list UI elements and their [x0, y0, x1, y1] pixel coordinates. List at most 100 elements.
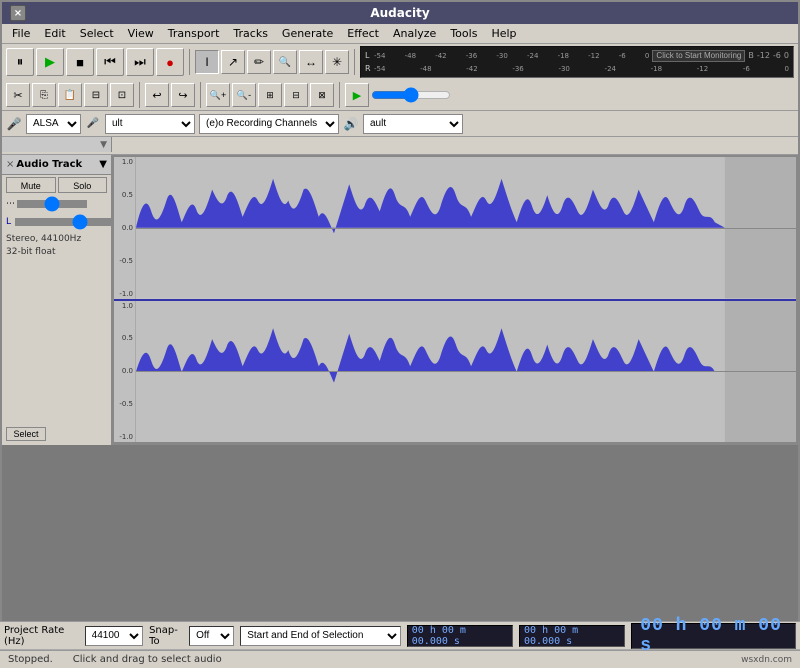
silence-button[interactable]: ⊡: [110, 83, 134, 107]
scale-neg-1-0: -1.0: [114, 290, 135, 298]
select-tool-button[interactable]: I: [195, 50, 219, 74]
menu-tools[interactable]: Tools: [444, 26, 483, 41]
trim-button[interactable]: ⊟: [84, 83, 108, 107]
scale-0-5: 0.5: [114, 191, 135, 199]
mute-button[interactable]: Mute: [6, 177, 56, 193]
envelope-tool-button[interactable]: ↗: [221, 50, 245, 74]
bottom-area: Project Rate (Hz) 44100 Snap-To Off Star…: [0, 621, 800, 668]
track-close-button[interactable]: ×: [6, 159, 14, 170]
toolbar-area: ⏸ ▶ ■ ⏮ ⏭ ● I ↗ ✏ 🔍 ↔ ✳ L -54-48-42-36-3…: [2, 44, 798, 111]
toolbar-separator-4: [200, 82, 201, 108]
multi-tool-button[interactable]: ✳: [325, 50, 349, 74]
snap-to-select[interactable]: Off: [189, 626, 234, 646]
menu-edit[interactable]: Edit: [38, 26, 71, 41]
menu-select[interactable]: Select: [74, 26, 120, 41]
window-title: Audacity: [370, 6, 429, 20]
toolbar-separator-1: [189, 49, 190, 75]
speaker-icon: 🔊: [343, 116, 359, 132]
recording-device-select[interactable]: ult: [105, 114, 195, 134]
gain-slider[interactable]: [17, 200, 87, 208]
playback-speed-slider[interactable]: [371, 87, 451, 103]
zero-line-bottom: [136, 371, 796, 372]
record-button[interactable]: ●: [156, 48, 184, 76]
mute-solo-row: Mute Solo: [2, 175, 111, 195]
skip-start-button[interactable]: ⏮: [96, 48, 124, 76]
transport-toolbar: ⏸ ▶ ■ ⏮ ⏭ ● I ↗ ✏ 🔍 ↔ ✳ L -54-48-42-36-3…: [2, 44, 798, 80]
scale-bot-0-5: 0.5: [114, 334, 135, 342]
status-stopped: Stopped.: [8, 654, 53, 665]
microphone-icon-2: 🎤: [85, 116, 101, 132]
snap-to-label: Snap-To: [149, 625, 183, 647]
selection-end-time[interactable]: 00 h 00 m 00.000 s: [519, 625, 625, 647]
play-button[interactable]: ▶: [36, 48, 64, 76]
time-display: 00 h 00 m 00 s: [631, 623, 796, 649]
vu-meter: L -54-48-42-36-30-24-18-12-60 Click to S…: [360, 46, 794, 78]
scale-bot-1-0: 1.0: [114, 302, 135, 310]
menu-help[interactable]: Help: [485, 26, 522, 41]
zoom-fit-button[interactable]: ⊟: [284, 83, 308, 107]
menu-generate[interactable]: Generate: [276, 26, 339, 41]
waveform-area[interactable]: 1.0 0.5 0.0 -0.5 -1.0: [112, 155, 798, 445]
track-dropdown-button[interactable]: ▼: [99, 159, 107, 170]
track-name: Audio Track: [16, 159, 97, 170]
track-info: Stereo, 44100Hz 32-bit float: [2, 231, 111, 260]
toolbar-separator-5: [339, 82, 340, 108]
gray-area: [2, 445, 798, 625]
track-controls-lower: Select: [2, 260, 111, 445]
undo-button[interactable]: ↩: [145, 83, 169, 107]
skip-end-button[interactable]: ⏭: [126, 48, 154, 76]
device-toolbar: 🎤 ALSA 🎤 ult (e)o Recording Channels 🔊 a…: [2, 111, 798, 137]
menu-tracks[interactable]: Tracks: [227, 26, 274, 41]
audio-host-select[interactable]: ALSA: [26, 114, 81, 134]
redo-button[interactable]: ↪: [171, 83, 195, 107]
selection-type-select[interactable]: Start and End of Selection: [240, 626, 401, 646]
scale-1-0: 1.0: [114, 158, 135, 166]
pause-button[interactable]: ⏸: [6, 48, 34, 76]
paste-button[interactable]: 📋: [58, 83, 82, 107]
track-bit-depth: 32-bit float: [6, 246, 107, 259]
menu-view[interactable]: View: [122, 26, 160, 41]
pan-left-label: L: [6, 217, 11, 227]
play-at-speed-button[interactable]: ▶: [345, 83, 369, 107]
zoom-tool-button[interactable]: 🔍: [273, 50, 297, 74]
scale-0-0: 0.0: [114, 224, 135, 232]
recording-channels-select[interactable]: (e)o Recording Channels: [199, 114, 339, 134]
track-select-button[interactable]: Select: [6, 427, 46, 441]
main-content: × Audio Track ▼ Mute Solo ⋯ L R Stereo, …: [2, 155, 798, 445]
copy-button[interactable]: ⎘: [32, 83, 56, 107]
menu-effect[interactable]: Effect: [341, 26, 385, 41]
gain-icon: ⋯: [6, 199, 15, 209]
waveform-bottom-channel[interactable]: 1.0 0.5 0.0 -0.5 -1.0: [114, 301, 796, 444]
zoom-out-button[interactable]: 🔍-: [232, 83, 256, 107]
solo-button[interactable]: Solo: [58, 177, 108, 193]
scale-bot-neg-1-0: -1.0: [114, 433, 135, 441]
zoom-sel-button[interactable]: ⊞: [258, 83, 282, 107]
menu-analyze[interactable]: Analyze: [387, 26, 442, 41]
waveform-top-channel[interactable]: 1.0 0.5 0.0 -0.5 -1.0: [114, 157, 796, 301]
close-button[interactable]: ×: [10, 5, 26, 21]
stop-button[interactable]: ■: [66, 48, 94, 76]
track-header: × Audio Track ▼: [2, 155, 111, 175]
track-sample-rate: Stereo, 44100Hz: [6, 233, 107, 246]
toolbar-separator-3: [139, 82, 140, 108]
watermark: wsxdn.com: [741, 655, 792, 665]
edit-toolbar: ✂ ⎘ 📋 ⊟ ⊡ ↩ ↪ 🔍+ 🔍- ⊞ ⊟ ⊠ ▶: [2, 80, 798, 110]
microphone-icon: 🎤: [6, 116, 22, 132]
menu-transport[interactable]: Transport: [162, 26, 226, 41]
pan-row: L R: [2, 213, 111, 231]
scale-bot-neg-0-5: -0.5: [114, 400, 135, 408]
monitor-button[interactable]: Click to Start Monitoring: [652, 50, 745, 62]
menu-bar: File Edit Select View Transport Tracks G…: [2, 24, 798, 44]
zoom-fit-vert-button[interactable]: ⊠: [310, 83, 334, 107]
playback-device-select[interactable]: ault: [363, 114, 463, 134]
menu-file[interactable]: File: [6, 26, 36, 41]
selection-start-time[interactable]: 00 h 00 m 00.000 s: [407, 625, 513, 647]
draw-tool-button[interactable]: ✏: [247, 50, 271, 74]
title-bar: × Audacity: [2, 2, 798, 24]
scale-bot-0-0: 0.0: [114, 367, 135, 375]
zoom-in-button[interactable]: 🔍+: [206, 83, 230, 107]
project-rate-select[interactable]: 44100: [85, 626, 143, 646]
timeshift-tool-button[interactable]: ↔: [299, 50, 323, 74]
cut-button[interactable]: ✂: [6, 83, 30, 107]
scale-neg-0-5: -0.5: [114, 257, 135, 265]
